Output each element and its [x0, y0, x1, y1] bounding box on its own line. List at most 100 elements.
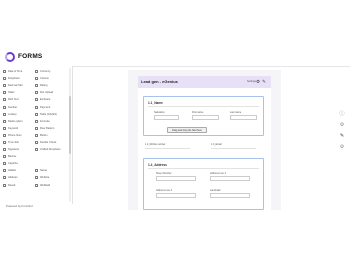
field-type-icon [35, 148, 38, 152]
field-palette-label: Button [40, 133, 48, 137]
field-palette-item[interactable]: Rich Text [3, 96, 35, 103]
field-palette-item[interactable]: Banner [3, 153, 35, 160]
field-palette-item[interactable]: Lookup [3, 111, 35, 118]
field-palette-label: Rich Text [8, 98, 19, 102]
field-palette-label: Time Slot [8, 140, 19, 144]
settings-gear-icon[interactable]: ⚙ [256, 79, 260, 84]
field-palette-item[interactable]: Column [35, 75, 67, 82]
info-icon[interactable]: ⓘ [339, 110, 345, 117]
section-divider [148, 106, 259, 107]
last-name-field[interactable] [230, 114, 257, 120]
field-palette-item[interactable]: Result [3, 182, 35, 189]
field-palette-item[interactable]: Phone Num [3, 132, 35, 139]
edit-pencil-icon[interactable]: ✎ [262, 79, 266, 84]
field-type-icon [3, 112, 6, 116]
field-palette-label: Website [40, 176, 50, 180]
field-palette-item[interactable]: Time Slot [3, 139, 35, 146]
field-palette-item[interactable]: Row Pattern [35, 125, 67, 132]
field-palette-item[interactable]: Dropdown [3, 75, 35, 82]
field-type-icon [35, 169, 38, 173]
field-type-icon [3, 183, 6, 187]
field-type-icon [3, 98, 6, 102]
field-type-icon [35, 105, 38, 109]
settings-icon[interactable]: ⚙ [339, 122, 345, 128]
field-palette-label: Webfield [40, 183, 51, 187]
address-line-2-field[interactable] [210, 175, 250, 181]
field-type-icon [3, 91, 6, 95]
field-type-icon [3, 119, 6, 123]
field-palette-label: Formula [40, 119, 50, 123]
field-type-icon [3, 77, 6, 81]
field-type-icon [35, 133, 38, 137]
field-palette-item[interactable]: Formula [35, 118, 67, 125]
form-canvas: Lead gen - eGenius Settings ⚙ ✎ 1.1_Name… [128, 70, 281, 210]
edit-icon[interactable]: ✎ [339, 133, 345, 139]
drag-drop-target[interactable]: Drag and drop the field here [167, 127, 207, 133]
field-palette-item[interactable]: Radio option [3, 118, 35, 125]
form-header: Lead gen - eGenius Settings ⚙ ✎ [138, 76, 271, 88]
powered-by-text: Powered by Formfind [6, 204, 33, 208]
field-type-icon [3, 148, 6, 152]
address-line-3-field[interactable] [156, 192, 196, 198]
field-palette-label: Keyword [8, 126, 19, 130]
email-label: 1.3_Email [211, 143, 222, 146]
field-type-icon [3, 84, 6, 88]
field-palette-item[interactable]: Address [3, 174, 35, 181]
gear-icon[interactable]: ⚙ [339, 144, 345, 150]
field-palette-label: File Upload [40, 91, 54, 95]
field-palette-label: Result [8, 183, 16, 187]
field-palette-label: Embrace [40, 98, 51, 102]
field-type-icon [3, 70, 6, 74]
field-type-icon [35, 126, 38, 130]
landmark-field[interactable] [210, 192, 250, 198]
field-palette-item[interactable]: Hidden [3, 167, 35, 174]
section-name-title: 1.1_Name [148, 101, 163, 105]
field-palette-item[interactable]: Date & Time [3, 68, 35, 75]
section-name[interactable]: 1.1_Name Salutation First name Last name… [143, 96, 264, 136]
field-type-icon [3, 169, 6, 173]
field-palette-label: Row Pattern [40, 126, 55, 130]
email-field[interactable] [211, 148, 256, 149]
field-palette-item[interactable]: Website [35, 174, 67, 181]
sidebar-scrollbar[interactable] [69, 68, 71, 202]
field-palette-label: Rating [40, 84, 48, 88]
field-palette-item[interactable]: Keyword [3, 125, 35, 132]
settings-label[interactable]: Settings [247, 80, 256, 83]
field-palette-item[interactable]: Decimal Slot [3, 82, 35, 89]
field-palette-item[interactable]: Double Check [35, 139, 67, 146]
field-palette-item[interactable]: Payment [35, 103, 67, 110]
field-palette-label: Hidden [8, 169, 17, 173]
brand-title: FORMS [18, 53, 43, 60]
field-palette-item[interactable]: Webfield [35, 182, 67, 189]
mobile-number-label: 1.2_Mobile number [145, 143, 166, 146]
field-palette-item[interactable]: Table (Grid)(S) [35, 111, 67, 118]
field-type-icon [35, 140, 38, 144]
field-type-icon [3, 176, 6, 180]
section-address[interactable]: 1.4_Address Street Number Address Line 2… [143, 158, 264, 210]
salutation-field[interactable] [154, 114, 179, 120]
field-palette-item[interactable]: Number [3, 103, 35, 110]
field-palette-item[interactable]: Name [35, 167, 67, 174]
section-address-title: 1.4_Address [148, 163, 167, 167]
field-palette-item[interactable]: Currency [35, 68, 67, 75]
first-name-field[interactable] [192, 114, 219, 120]
field-palette-label: Captcha [8, 162, 18, 166]
street-number-field[interactable] [156, 175, 196, 181]
field-palette-item[interactable]: Embrace [35, 96, 67, 103]
field-type-icon [35, 77, 38, 81]
field-palette-item[interactable]: Signature [3, 146, 35, 153]
field-palette-label: Radio option [8, 119, 23, 123]
mobile-number-field[interactable] [145, 148, 190, 149]
field-type-icon [3, 126, 6, 130]
field-palette-sidebar: Date & Time Currency Dropdown Column Decimal… [0, 66, 73, 204]
field-palette-label: Dropdown [8, 77, 20, 81]
field-palette-item[interactable]: Slider [3, 89, 35, 96]
field-palette-item[interactable]: Captcha [3, 160, 35, 167]
sidebar-scroll-thumb[interactable] [69, 96, 71, 154]
field-palette-item[interactable]: Rating [35, 82, 67, 89]
field-type-icon [35, 183, 38, 187]
field-palette-label: Unified Dropdown [40, 148, 61, 152]
field-palette-item[interactable]: File Upload [35, 89, 67, 96]
field-palette-item[interactable]: Unified Dropdown [35, 146, 67, 153]
field-palette-item[interactable]: Button [35, 132, 67, 139]
